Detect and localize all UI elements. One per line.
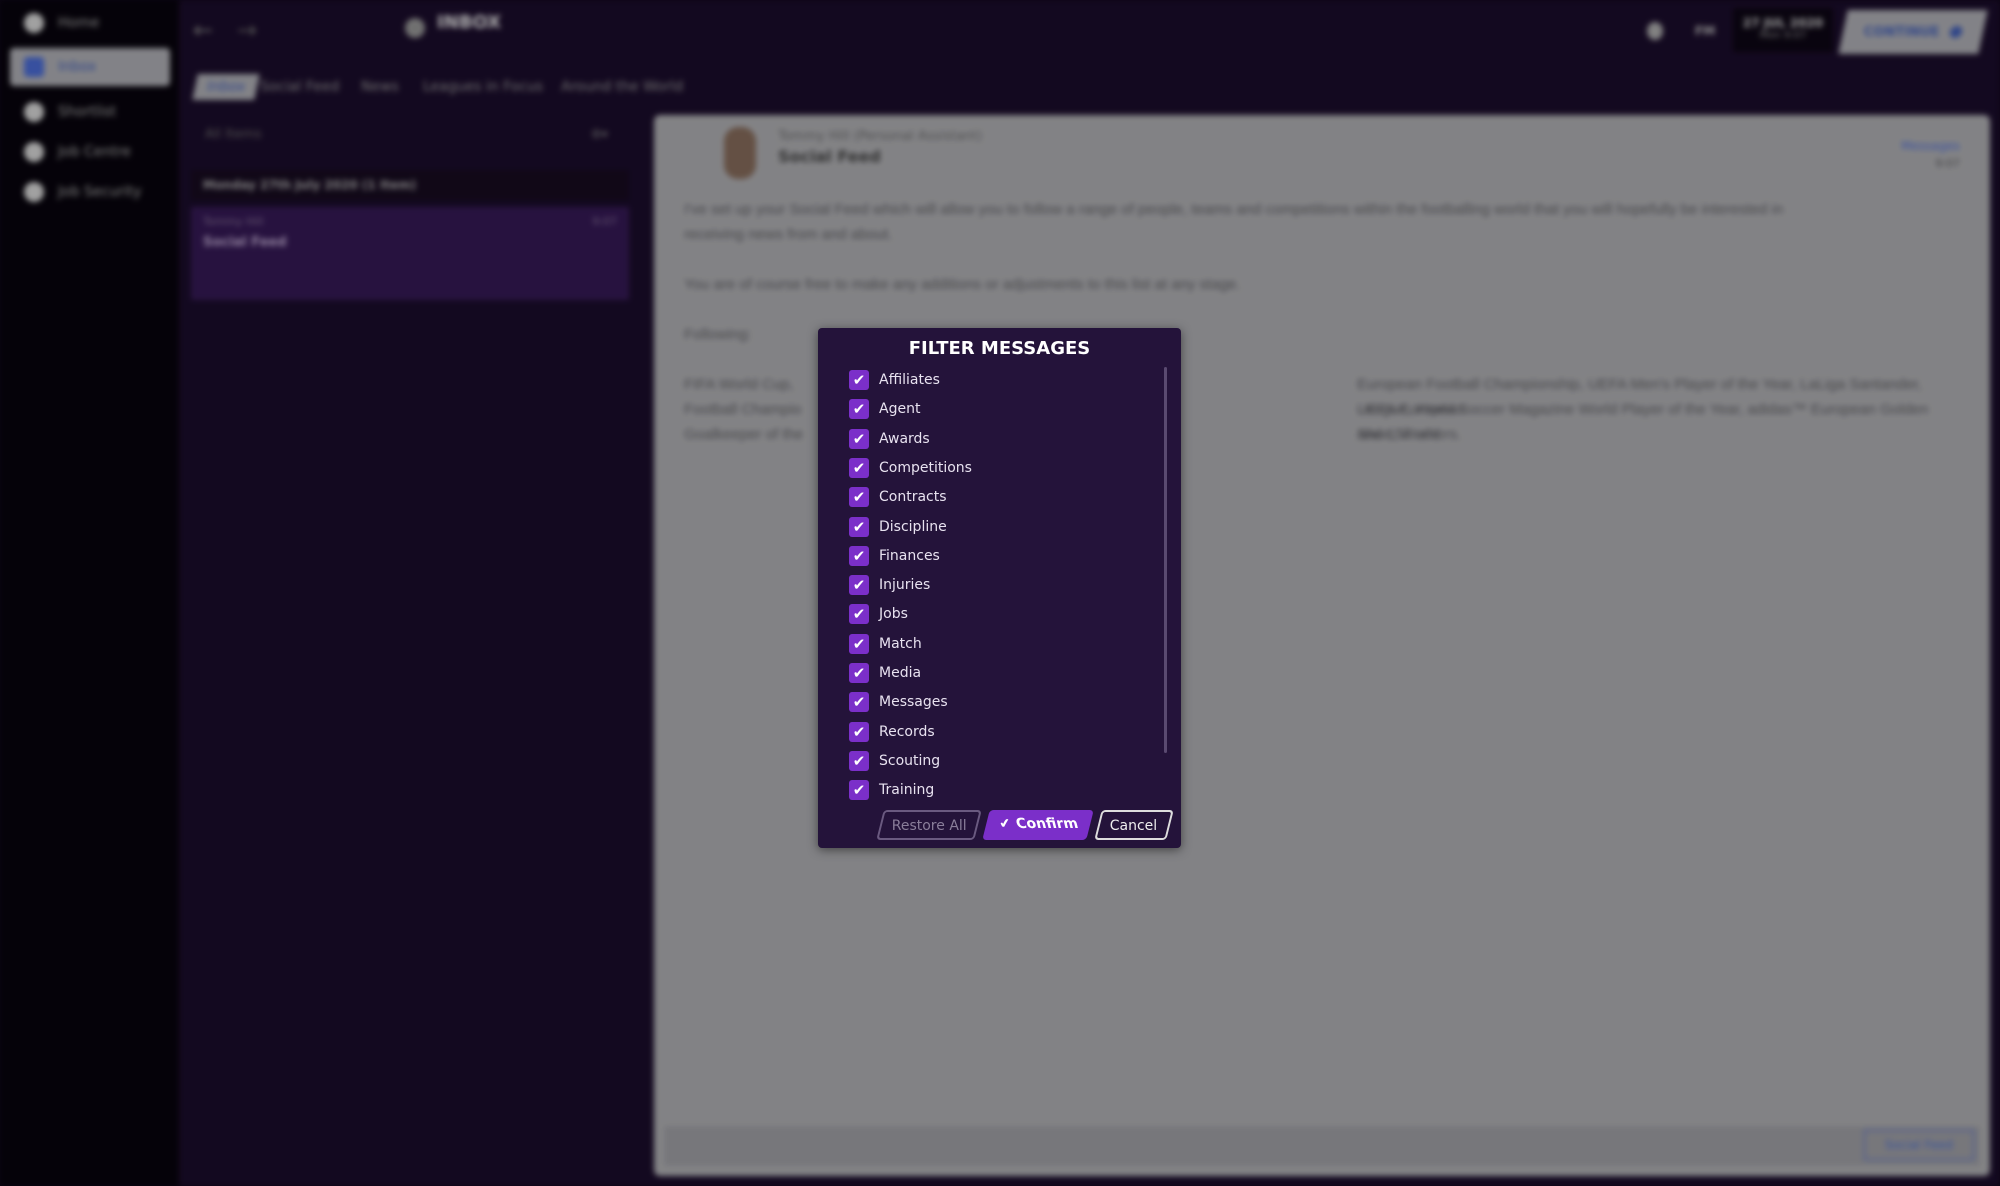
filter-option-label: Discipline — [879, 518, 947, 535]
check-icon: ✔ — [997, 816, 1013, 832]
checkbox-checked-icon[interactable]: ✔ — [849, 370, 869, 390]
filter-option-label: Scouting — [879, 752, 941, 769]
checkbox-checked-icon[interactable]: ✔ — [849, 575, 869, 596]
filter-option-match[interactable]: ✔ Match — [849, 633, 922, 655]
filter-option-jobs[interactable]: ✔ Jobs — [849, 603, 908, 625]
checkbox-checked-icon[interactable]: ✔ — [849, 457, 869, 478]
checkbox-checked-icon[interactable]: ✔ — [849, 663, 869, 683]
filter-option-label: Finances — [879, 547, 940, 564]
checkbox-checked-icon[interactable]: ✔ — [849, 487, 869, 508]
filter-option-label: Match — [879, 635, 922, 652]
filter-option-label: Messages — [879, 694, 948, 711]
cancel-label: Cancel — [1110, 818, 1158, 834]
restore-all-label: Restore All — [891, 818, 967, 834]
filter-option-scouting[interactable]: ✔ Scouting — [849, 750, 940, 772]
filter-option-affiliates[interactable]: ✔ Affiliates — [849, 369, 940, 391]
cancel-button[interactable]: Cancel — [1094, 810, 1174, 840]
checkbox-checked-icon[interactable]: ✔ — [849, 428, 869, 449]
confirm-button[interactable]: ✔ Confirm — [982, 810, 1094, 840]
filter-option-label: Injuries — [879, 577, 931, 594]
filter-option-label: Agent — [879, 401, 921, 418]
filter-option-discipline[interactable]: ✔ Discipline — [849, 516, 947, 538]
checkbox-checked-icon[interactable]: ✔ — [849, 545, 869, 566]
filter-option-label: Records — [879, 723, 935, 740]
filter-option-label: Contracts — [879, 489, 947, 506]
restore-all-button[interactable]: Restore All — [876, 810, 982, 840]
filter-option-label: Media — [879, 665, 922, 681]
filter-option-label: Awards — [879, 430, 930, 447]
scrollbar[interactable] — [1164, 367, 1167, 753]
filter-option-training[interactable]: ✔ Training — [849, 779, 934, 801]
filter-option-label: Competitions — [879, 459, 972, 476]
confirm-label: Confirm — [1013, 816, 1080, 832]
filter-option-label: Jobs — [879, 606, 908, 623]
filter-option-label: Training — [879, 782, 935, 799]
checkbox-checked-icon[interactable]: ✔ — [849, 633, 869, 654]
filter-option-injuries[interactable]: ✔ Injuries — [849, 574, 930, 596]
filter-option-competitions[interactable]: ✔ Competitions — [849, 457, 972, 479]
checkbox-checked-icon[interactable]: ✔ — [849, 516, 869, 537]
checkbox-checked-icon[interactable]: ✔ — [849, 604, 869, 625]
checkbox-checked-icon[interactable]: ✔ — [849, 692, 869, 713]
filter-option-agent[interactable]: ✔ Agent — [849, 398, 920, 420]
filter-option-finances[interactable]: ✔ Finances — [849, 545, 940, 567]
checkbox-checked-icon[interactable]: ✔ — [849, 750, 869, 771]
filter-option-awards[interactable]: ✔ Awards — [849, 428, 930, 450]
dialog-title: FILTER MESSAGES — [908, 338, 1091, 359]
filter-option-media[interactable]: ✔ Media — [849, 662, 921, 684]
checkbox-checked-icon[interactable]: ✔ — [849, 399, 869, 420]
filter-option-label: Affiliates — [879, 372, 940, 388]
checkbox-checked-icon[interactable]: ✔ — [849, 721, 869, 742]
filter-option-messages[interactable]: ✔ Messages — [849, 691, 948, 713]
filter-option-records[interactable]: ✔ Records — [849, 721, 935, 743]
filter-option-contracts[interactable]: ✔ Contracts — [849, 486, 947, 508]
checkbox-checked-icon[interactable]: ✔ — [849, 780, 869, 801]
filter-messages-dialog: FILTER MESSAGES ✔ Affiliates ✔ Agent ✔ Awards… — [818, 328, 1181, 848]
